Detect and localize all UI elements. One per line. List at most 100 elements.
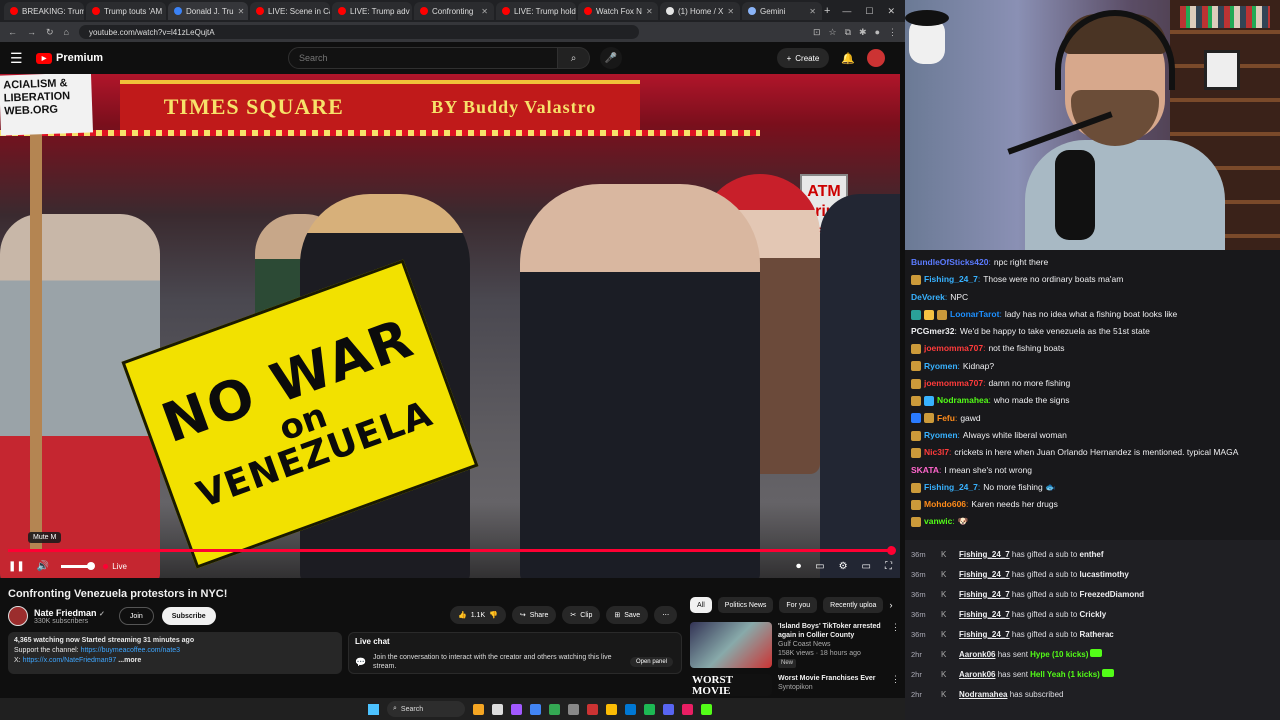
search-button[interactable]: ⌕ [558,47,590,69]
chat-username[interactable]: joemomma707 [924,340,983,357]
chat-username[interactable]: Ryomen [924,427,958,444]
settings-gear-icon[interactable]: ⚙ [839,561,848,572]
puzzle-icon[interactable]: ✱ [859,27,867,38]
video-player[interactable]: TIMES SQUARE BY Buddy Valastro ATM Drink… [0,74,900,578]
browser-tab[interactable]: LIVE: Scene in Ca✕ [250,2,330,20]
discord-icon[interactable] [663,703,674,715]
hamburger-menu-icon[interactable]: ☰ [10,50,30,67]
back-icon[interactable]: ← [8,27,17,37]
reload-icon[interactable]: ↻ [46,27,54,38]
volume-slider[interactable] [61,561,96,570]
kick-icon[interactable] [701,703,712,715]
channel-name-wrap[interactable]: Nate Friedman ✓ [34,608,105,618]
browser-tab[interactable]: Donald J. Tru ✕ [168,2,248,20]
subscribe-button[interactable]: Subscribe [161,607,216,625]
theater-mode-icon[interactable]: ▭ [862,561,871,572]
activity-username[interactable]: Fishing_24_7 [959,570,1010,579]
taskbar-search[interactable]: ⌕ Search [387,701,465,717]
activity-username[interactable]: Nodramahea [959,690,1007,699]
tab-close-icon[interactable]: ✕ [646,7,653,16]
activity-target[interactable]: enthef [1080,550,1104,559]
chat-username[interactable]: Mohdo606 [924,496,966,513]
activity-target[interactable]: Ratherac [1080,630,1114,639]
folder-icon[interactable] [606,703,617,715]
chat-username[interactable]: DeVorek [911,289,945,306]
more-actions-button[interactable]: ⋯ [654,606,678,624]
chips-next-icon[interactable]: › [889,600,892,610]
browser-tab[interactable]: Watch Fox N ✕ [578,2,658,20]
youtube-logo[interactable]: ▶ Premium [36,52,103,64]
chat-username[interactable]: vanwic [924,513,952,530]
activity-target[interactable]: FreezedDiamond [1080,590,1144,599]
browser-tab[interactable]: Confronting ✕ [414,2,494,20]
thumbs-down-icon[interactable]: 👎 [489,611,498,619]
activity-username[interactable]: Aaronk06 [959,670,995,679]
app-icon[interactable] [587,703,598,715]
progress-scrubber[interactable] [887,546,896,555]
volume-icon[interactable]: 🔊 [37,561,49,572]
notifications-bell-icon[interactable]: 🔔 [841,52,855,65]
account-avatar[interactable] [867,49,885,67]
chat-username[interactable]: Ryomen [924,358,958,375]
filter-chip[interactable]: Politics News [717,597,774,613]
browser-tab[interactable]: Gemini ✕ [742,2,822,20]
chat-username[interactable]: SKATA [911,462,939,479]
support-link[interactable]: https://buymeacoffee.com/nate3 [81,647,181,654]
recommendation-item[interactable]: WORST MOVIE Worst Movie Franchises Ever … [690,674,900,697]
join-button[interactable]: Join [118,607,154,625]
app-icon[interactable] [568,703,579,715]
activity-username[interactable]: Fishing_24_7 [959,550,1010,559]
chat-username[interactable]: LoonarTarot [950,306,999,323]
app-icon[interactable] [625,703,636,715]
app-icon[interactable] [492,703,503,715]
chat-username[interactable]: Nodramahea [937,392,989,409]
like-button[interactable]: 👍 1.1K 👎 [450,606,506,624]
live-indicator[interactable]: Live [103,562,127,571]
browser-tab[interactable]: LIVE: Trump adv✕ [332,2,412,20]
home-icon[interactable]: ⌂ [64,27,69,37]
browser-tab[interactable]: LIVE: Trump hold✕ [496,2,576,20]
save-button[interactable]: ⊞ Save [606,606,649,624]
windows-start-icon[interactable] [368,703,379,715]
url-field[interactable]: youtube.com/watch?v=l41zLeQujtA [78,25,639,39]
filter-chip[interactable]: For you [779,597,818,613]
chat-username[interactable]: Nic3l7 [924,444,949,461]
profile-icon[interactable]: ● [875,27,880,38]
file-explorer-icon[interactable] [473,703,484,715]
activity-username[interactable]: Aaronk06 [959,650,995,659]
recommendation-menu-icon[interactable]: ⋮ [891,674,900,696]
pause-icon[interactable]: ❚❚ [8,561,25,572]
activity-username[interactable]: Fishing_24_7 [959,590,1010,599]
app-icon[interactable] [549,703,560,715]
chrome-icon[interactable] [530,703,541,715]
browser-tab[interactable]: (1) Home / X ✕ [660,2,740,20]
fullscreen-icon[interactable]: ⛶ [885,561,892,572]
autoplay-toggle-icon[interactable]: ⏺ [796,561,801,572]
filter-chip[interactable]: All [690,597,712,613]
install-icon[interactable]: ⊡ [813,27,821,38]
clip-button[interactable]: ✂ Clip [562,606,601,624]
progress-bar[interactable] [8,546,896,555]
app-icon[interactable] [511,703,522,715]
browser-tab[interactable]: Trump touts 'AM✕ [86,2,166,20]
tab-close-icon[interactable]: ✕ [727,7,734,16]
extension-icon[interactable]: ⧉ [845,27,851,38]
share-button[interactable]: ↪ Share [511,606,557,624]
chat-username[interactable]: joemomma707 [924,375,983,392]
bookmark-star-icon[interactable]: ☆ [829,27,837,38]
tab-close-icon[interactable]: ✕ [481,7,488,16]
filter-chip[interactable]: Recently uploa [823,597,884,613]
recommendation-item[interactable]: 'Island Boys' TikToker arrested again in… [690,622,900,668]
chat-username[interactable]: BundleOfSticks420 [911,254,988,271]
spotify-icon[interactable] [644,703,655,715]
x-link[interactable]: https://x.com/NateFriedman97 [23,657,117,664]
activity-target[interactable]: lucastimothy [1080,570,1129,579]
minimize-icon[interactable]: — [842,6,851,17]
description-box[interactable]: 4,365 watching now Started streaming 31 … [8,632,342,674]
chat-username[interactable]: PCGmer32 [911,323,954,340]
chat-username[interactable]: Fishing_24_7 [924,479,978,496]
subtitles-icon[interactable]: ▭ [815,561,824,572]
create-button[interactable]: + Create [776,48,830,68]
chat-username[interactable]: Fefu [937,410,955,427]
forward-icon[interactable]: → [27,27,36,37]
